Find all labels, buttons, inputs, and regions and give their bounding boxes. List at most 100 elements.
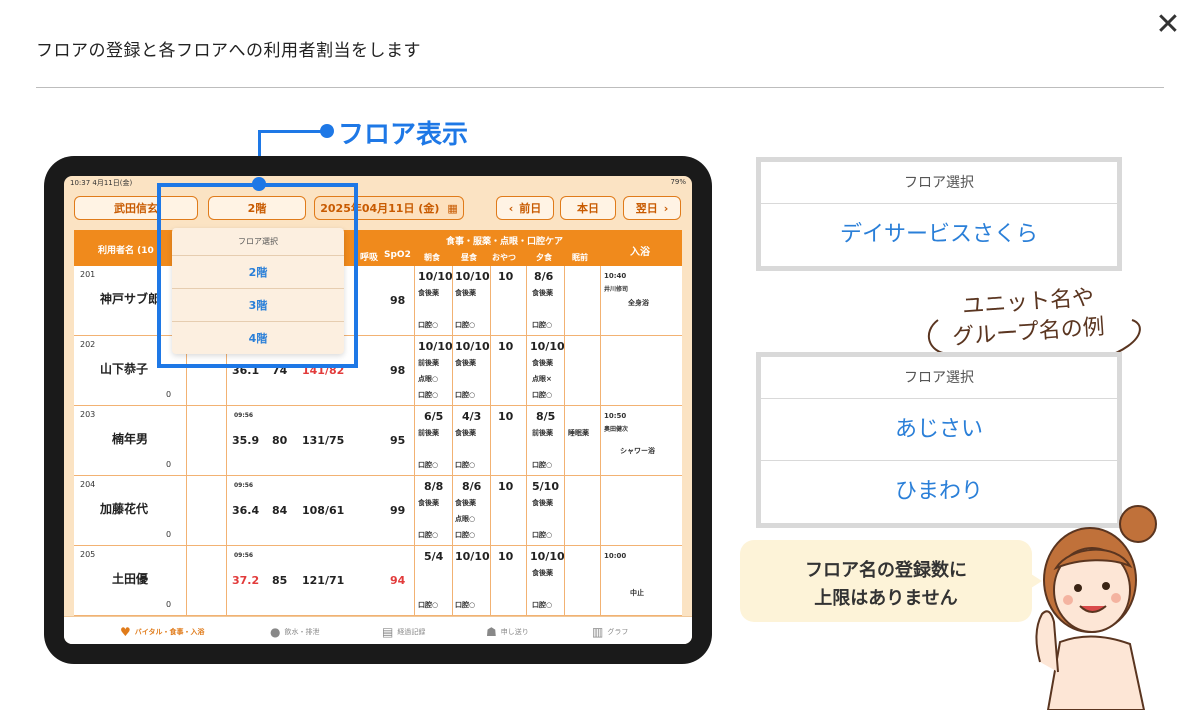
nav-handover-label: 申し送り (500, 628, 529, 636)
room-number: 205 (80, 550, 96, 559)
resident-name: 土田優 (112, 572, 149, 586)
spo2-value: 95 (390, 434, 406, 447)
breakfast-oral: 口腔○ (418, 601, 439, 609)
col-lunch: 昼食 (461, 253, 477, 262)
snack-value: 10 (498, 550, 514, 563)
bp-value: 131/75 (302, 434, 345, 447)
lunch-oral: 口腔○ (455, 391, 476, 399)
chevron-left-icon: ‹ (508, 201, 514, 215)
resident-name: 山下恭子 (100, 362, 149, 376)
vital-time: 09:56 (234, 412, 254, 419)
breakfast-med: 食後薬 (418, 499, 439, 507)
bath-time: 10:40 (604, 272, 627, 280)
pulse-value: 80 (272, 434, 288, 447)
dinner-med: 食後薬 (532, 569, 553, 577)
badge-count: 0 (166, 390, 172, 399)
column-divider (490, 266, 491, 616)
col-dinner: 夕食 (536, 253, 552, 262)
badge-count: 0 (166, 460, 172, 469)
heart-pulse-icon: ♥ (120, 625, 131, 639)
lunch-med: 食後薬 (455, 499, 476, 507)
dinner-oral: 口腔○ (532, 531, 553, 539)
resident-name: 加藤花代 (100, 502, 149, 516)
water-drop-icon: ● (270, 625, 281, 639)
col-breakfast: 朝食 (424, 253, 440, 262)
panel-option[interactable]: あじさい (761, 399, 1117, 461)
dinner-value: 8/5 (536, 410, 556, 423)
dinner-oral: 口腔○ (532, 321, 553, 329)
spo2-value: 99 (390, 504, 406, 517)
nav-progress[interactable]: ▤ 経過記録 (382, 625, 425, 639)
panel-title: フロア選択 (761, 357, 1117, 399)
vital-time: 09:56 (234, 552, 254, 559)
nav-vitals[interactable]: ♥ バイタル・食事・入浴 (120, 625, 205, 639)
nav-intake[interactable]: ● 飲水・排泄 (270, 625, 319, 639)
bp-value: 121/71 (302, 574, 345, 587)
callout-dot (252, 177, 266, 191)
snack-value: 10 (498, 480, 514, 493)
nav-vitals-label: バイタル・食事・入浴 (134, 628, 205, 636)
bath-time: 10:00 (604, 552, 627, 560)
today-button[interactable]: 本日 (560, 196, 616, 220)
breakfast-oral: 口腔○ (418, 391, 439, 399)
bp-value: 108/61 (302, 504, 345, 517)
table-row[interactable]: 203 楠年男 09:56 35.9 80 131/75 95 0 6/5 前後… (74, 406, 682, 476)
vital-time: 09:56 (234, 482, 254, 489)
chevron-right-icon: › (663, 201, 669, 215)
resident-name: 楠年男 (112, 432, 149, 446)
temp-value: 37.2 (232, 574, 260, 587)
table-row[interactable]: 204 加藤花代 09:56 36.4 84 108/61 99 0 8/8 食… (74, 476, 682, 546)
nav-graph[interactable]: ▥ グラフ (592, 625, 628, 639)
prev-day-button[interactable]: ‹ 前日 (496, 196, 554, 220)
people-icon: ☗ (486, 625, 497, 639)
breakfast-oral: 口腔○ (418, 461, 439, 469)
close-icon[interactable]: ✕ (1154, 10, 1182, 40)
col-bath: 入浴 (630, 247, 650, 258)
table-row[interactable]: 205 土田優 09:56 37.2 85 121/71 94 0 5/4 口腔… (74, 546, 682, 616)
temp-value: 35.9 (232, 434, 260, 447)
tablet-frame: 10:37 4月11日(金) 79% 武田信玄 2階 2025年04月11日 (… (44, 156, 712, 664)
dinner-med: 食後薬 (532, 359, 553, 367)
lunch-med: 食後薬 (455, 289, 476, 297)
column-divider (452, 266, 453, 616)
battery-status: 79% (670, 178, 686, 186)
spo2-value: 98 (390, 364, 406, 377)
dinner-eye: 点眼× (532, 375, 552, 383)
status-time: 10:37 4月11日(金) (70, 179, 133, 187)
column-divider (564, 266, 565, 616)
calendar-icon[interactable]: ▦ (447, 202, 457, 215)
col-resp: 呼吸 (360, 253, 379, 263)
dinner-med: 前後薬 (532, 429, 553, 437)
column-divider (414, 266, 415, 616)
bubble-line1: フロア名の登録数に (805, 560, 967, 581)
lunch-value: 10/10 (455, 270, 490, 283)
nav-handover[interactable]: ☗ 申し送り (486, 625, 529, 639)
next-day-label: 翌日 (635, 202, 658, 215)
breakfast-value: 6/5 (424, 410, 444, 423)
bottom-nav: ♥ バイタル・食事・入浴 ● 飲水・排泄 ▤ 経過記録 ☗ 申し送り ▥ グラフ (64, 616, 692, 644)
pulse-value: 84 (272, 504, 288, 517)
next-day-button[interactable]: 翌日 › (623, 196, 681, 220)
panel-option[interactable]: デイサービスさくら (761, 204, 1117, 266)
clipboard-icon: ▤ (382, 625, 394, 639)
floor-panel-example-1: フロア選択 デイサービスさくら (756, 157, 1122, 271)
dinner-value: 10/10 (530, 340, 565, 353)
panel-title: フロア選択 (761, 162, 1117, 204)
nav-graph-label: グラフ (607, 628, 629, 636)
breakfast-med: 前後薬 (418, 359, 439, 367)
col-bedtime: 眠前 (572, 253, 588, 262)
column-divider (526, 266, 527, 616)
lunch-oral: 口腔○ (455, 461, 476, 469)
room-number: 203 (80, 410, 96, 419)
bath-time: 10:50 (604, 412, 627, 420)
dinner-value: 5/10 (532, 480, 559, 493)
breakfast-eye: 点眼○ (418, 375, 439, 383)
breakfast-value: 8/8 (424, 480, 444, 493)
bath-type: 全身浴 (628, 299, 649, 307)
bubble-line2: 上限はありません (814, 588, 958, 609)
pulse-value: 85 (272, 574, 288, 587)
bath-type: 中止 (630, 589, 644, 597)
highlight-box (157, 183, 358, 368)
col-snack: おやつ (492, 253, 516, 262)
callout-line (258, 130, 328, 133)
